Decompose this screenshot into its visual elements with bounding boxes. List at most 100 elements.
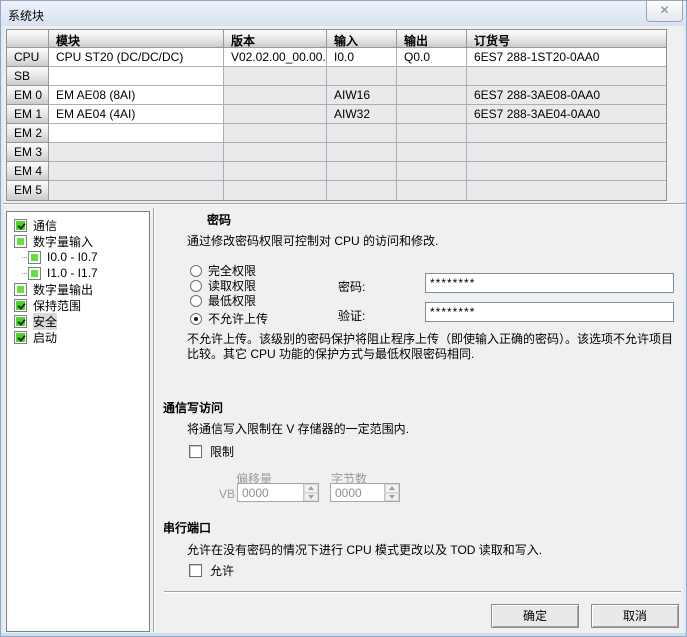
dialog-title: 系统块 [8,7,44,24]
cell-version [224,162,327,181]
cell-output [397,86,467,105]
square-checkbox-icon[interactable] [28,251,41,264]
serial-section-title: 串行端口 [163,519,211,536]
settings-tree: 通信 数字量输入 I0.0 - I0.7 I1.0 - I1.7 数字量输出 保… [6,211,150,632]
cell-input: AIW32 [327,105,397,124]
vertical-separator [153,208,155,632]
table-row-em3: EM 3 [7,143,666,162]
radio-icon[interactable] [190,280,202,292]
cell-input [327,162,397,181]
offset-spinner: 0000 [237,483,319,502]
radio-disallow-upload[interactable]: 不允许上传 [190,310,268,327]
cell-version [224,67,327,86]
radio-icon[interactable] [190,295,202,307]
cancel-button[interactable]: 取消 [591,604,679,628]
cell-order [467,162,666,181]
tree-item-digital-output[interactable]: 数字量输出 [9,281,147,297]
cell-version [224,143,327,162]
radio-icon[interactable] [190,265,202,277]
module-table: 模块 版本 输入 输出 订货号 CPU CPU ST20 (DC/DC/DC) … [6,29,667,201]
comm-write-section-title: 通信写访问 [163,399,223,416]
cell-version [224,86,327,105]
cell-module [49,143,224,162]
cell-version: V02.02.00_00.00... [224,48,327,67]
cell-module[interactable]: EM AE04 (4AI) [49,105,224,124]
cell-output [397,181,467,200]
table-header-row: 模块 版本 输入 输出 订货号 [7,30,666,48]
restrict-checkbox[interactable]: 限制 [189,443,234,460]
col-version: 版本 [224,30,327,48]
close-button[interactable]: ✕ [646,1,683,22]
cell-output [397,105,467,124]
vb-label: VB [219,487,235,501]
serial-description: 允许在没有密码的情况下进行 CPU 模式更改以及 TOD 读取和写入. [187,541,542,558]
tree-item-startup[interactable]: 启动 [9,329,147,345]
cell-version [224,124,327,143]
cell-module[interactable]: CPU ST20 (DC/DC/DC) [49,48,224,67]
col-module: 模块 [49,30,224,48]
table-row-em5: EM 5 [7,181,666,200]
table-row-cpu: CPU CPU ST20 (DC/DC/DC) V02.02.00_00.00.… [7,48,666,67]
cell-version [224,105,327,124]
allow-checkbox[interactable]: 允许 [189,562,234,579]
tree-item-communication[interactable]: 通信 [9,217,147,233]
tree-item-retentive-range[interactable]: 保持范围 [9,297,147,313]
cell-output [397,162,467,181]
tree-item-i0[interactable]: I0.0 - I0.7 [9,249,147,265]
cell-input [327,67,397,86]
row-header-em1[interactable]: EM 1 [7,105,49,124]
checked-checkbox-icon[interactable] [14,331,27,344]
row-header-em0[interactable]: EM 0 [7,86,49,105]
corner-cell [7,30,49,48]
radio-minimum-privileges[interactable]: 最低权限 [190,292,256,309]
spinner-down-icon [385,493,399,502]
cell-module[interactable] [49,67,224,86]
row-header-em4[interactable]: EM 4 [7,162,49,181]
cell-order: 6ES7 288-3AE08-0AA0 [467,86,666,105]
ok-button[interactable]: 确定 [491,604,579,628]
spinner-down-icon [304,493,318,502]
checked-checkbox-icon[interactable] [14,315,27,328]
row-header-sb[interactable]: SB [7,67,49,86]
radio-selected-icon[interactable] [190,313,202,325]
tree-item-security[interactable]: 安全 [9,313,147,329]
row-header-em3[interactable]: EM 3 [7,143,49,162]
cell-module [49,162,224,181]
password-section-title: 密码 [207,211,231,228]
checkbox-icon[interactable] [189,445,202,458]
close-icon: ✕ [659,3,669,17]
password-input[interactable] [425,273,674,293]
system-block-dialog: 系统块 ✕ 模块 版本 输入 输出 订货号 CPU CPU ST20 (DC/D… [0,0,687,637]
cell-order [467,67,666,86]
tree-item-i1[interactable]: I1.0 - I1.7 [9,265,147,281]
horizontal-separator [3,203,686,205]
spinner-up-icon [304,484,318,493]
square-checkbox-icon[interactable] [14,283,27,296]
square-checkbox-icon[interactable] [14,235,27,248]
password-label: 密码: [338,278,365,295]
row-header-em5[interactable]: EM 5 [7,181,49,200]
checked-checkbox-icon[interactable] [14,299,27,312]
square-checkbox-icon[interactable] [28,267,41,280]
cell-input [327,124,397,143]
cell-output [397,124,467,143]
cell-order [467,143,666,162]
row-header-cpu[interactable]: CPU [7,48,49,67]
row-header-em2[interactable]: EM 2 [7,124,49,143]
cell-order: 6ES7 288-3AE04-0AA0 [467,105,666,124]
cell-output [397,67,467,86]
cell-module[interactable]: EM AE08 (8AI) [49,86,224,105]
cell-module[interactable] [49,124,224,143]
title-bar: 系统块 ✕ [1,1,686,26]
footer-separator [164,591,681,593]
checkbox-icon[interactable] [189,564,202,577]
password-note: 不允许上传。该级别的密码保护将阻止程序上传（即使输入正确的密码）。该选项不允许项… [187,332,683,362]
table-row-em4: EM 4 [7,162,666,181]
cell-version [224,181,327,200]
tree-item-digital-input[interactable]: 数字量输入 [9,233,147,249]
col-output: 输出 [397,30,467,48]
checked-checkbox-icon[interactable] [14,219,27,232]
cell-input: AIW16 [327,86,397,105]
comm-write-description: 将通信写入限制在 V 存储器的一定范围内. [187,420,409,437]
verify-input[interactable] [425,302,674,322]
